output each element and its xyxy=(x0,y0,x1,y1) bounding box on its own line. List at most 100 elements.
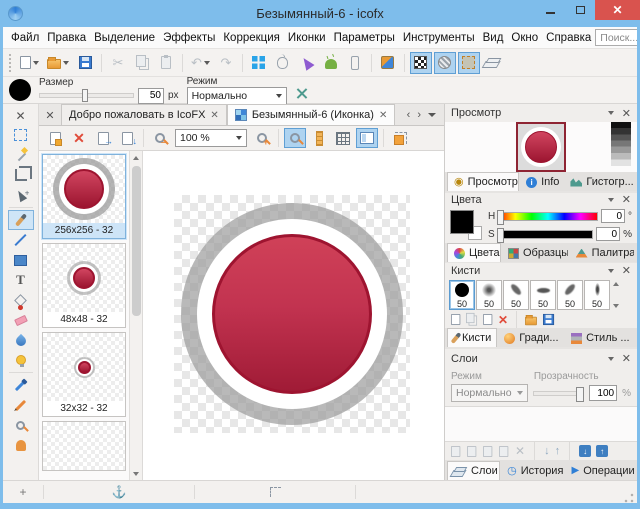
move-layer-up-button[interactable]: ↑ xyxy=(555,445,561,457)
icon-size-item[interactable] xyxy=(42,421,126,471)
tab-colors[interactable]: Цвета xyxy=(447,243,501,262)
close-panel-icon[interactable]: ✕ xyxy=(622,352,631,365)
collapse-panel-icon[interactable] xyxy=(608,269,614,273)
zoom-level-dropdown[interactable]: 100 % xyxy=(175,129,247,147)
size-slider-thumb[interactable] xyxy=(82,89,88,102)
new-brush-button[interactable] xyxy=(451,314,460,325)
size-slider[interactable] xyxy=(39,93,134,98)
close-icon[interactable]: ✕ xyxy=(210,110,218,121)
tab-preview[interactable]: ◉Просмотр xyxy=(447,172,519,191)
add-status-button[interactable]: + xyxy=(3,481,43,503)
hue-input[interactable] xyxy=(601,209,625,223)
copy-brush-button[interactable] xyxy=(466,313,475,323)
menu-help[interactable]: Справка xyxy=(542,30,595,46)
new-file-button[interactable] xyxy=(17,52,42,74)
saturation-slider[interactable] xyxy=(498,230,593,239)
import-image-button[interactable]: → xyxy=(92,128,114,148)
duplicate-layer-button[interactable] xyxy=(467,445,476,456)
text-tool[interactable]: iT xyxy=(8,270,34,290)
cut-button[interactable]: ✂ xyxy=(107,52,129,74)
editor-canvas[interactable] xyxy=(143,151,444,480)
layers-view-button[interactable] xyxy=(482,52,504,74)
new-image-button[interactable] xyxy=(44,128,66,148)
mask-toggle-button[interactable] xyxy=(434,52,456,74)
zoom-tool[interactable] xyxy=(8,415,34,435)
copy-button[interactable] xyxy=(131,52,153,74)
line-tool[interactable] xyxy=(8,230,34,250)
edit-brush-button[interactable] xyxy=(483,314,492,325)
saturation-input[interactable] xyxy=(596,227,620,241)
tab-brushes[interactable]: Кисти xyxy=(447,328,497,347)
pencil-tool[interactable] xyxy=(8,395,34,415)
blur-tool[interactable] xyxy=(8,330,34,350)
pages-panel-toggle-button[interactable] xyxy=(356,128,378,148)
menu-icons[interactable]: Иконки xyxy=(284,30,330,46)
menu-parameters[interactable]: Параметры xyxy=(330,30,399,46)
save-button[interactable] xyxy=(74,52,96,74)
close-panel-icon[interactable]: ✕ xyxy=(622,264,631,277)
export-image-button[interactable]: ↓ xyxy=(116,128,138,148)
tab-info[interactable]: iInfo xyxy=(519,172,563,191)
hand-tool[interactable] xyxy=(8,435,34,455)
icon-size-item[interactable]: 48x48 - 32 xyxy=(42,243,126,328)
load-brushes-button[interactable] xyxy=(525,317,537,326)
scroll-tabs-right-button[interactable]: › xyxy=(417,109,421,121)
opacity-input[interactable] xyxy=(589,385,617,401)
move-layer-down-button[interactable]: ↓ xyxy=(544,445,550,457)
foreground-color-swatch[interactable] xyxy=(450,210,474,234)
ruler-toggle-button[interactable] xyxy=(308,128,330,148)
cursor-resource-button[interactable] xyxy=(296,52,318,74)
menu-file[interactable]: Файл xyxy=(7,30,43,46)
zoom-in-button[interactable]: + xyxy=(251,128,273,148)
move-tool[interactable] xyxy=(8,185,34,205)
frame-toggle-button[interactable] xyxy=(458,52,480,74)
antialias-icon[interactable] xyxy=(295,87,309,99)
icon-size-item[interactable]: 256x256 - 32 xyxy=(42,154,126,239)
scroll-up-button[interactable] xyxy=(613,282,619,286)
scroll-down-button[interactable] xyxy=(130,467,142,480)
menu-tools[interactable]: Инструменты xyxy=(399,30,479,46)
brush-tool[interactable] xyxy=(8,210,34,230)
resize-canvas-button[interactable] xyxy=(389,128,411,148)
collapse-panel-icon[interactable] xyxy=(608,357,614,361)
redo-button[interactable]: ↷ xyxy=(215,52,237,74)
size-input[interactable] xyxy=(138,88,164,104)
tab-history[interactable]: ◷История xyxy=(500,461,564,480)
new-layer-button[interactable] xyxy=(451,445,460,456)
close-panel-icon[interactable]: ✕ xyxy=(622,193,631,206)
scroll-up-button[interactable] xyxy=(130,151,142,164)
sidebar-scrollbar[interactable] xyxy=(129,151,142,480)
close-tab-button[interactable]: ✕ xyxy=(43,105,57,125)
tab-gradient[interactable]: Гради... xyxy=(497,328,564,347)
brush-item[interactable]: 50 xyxy=(449,280,475,310)
tab-welcome[interactable]: Добро пожаловать в IcoFX ✕ xyxy=(61,104,227,125)
resize-grip[interactable] xyxy=(624,493,634,503)
brush-item[interactable]: 50 xyxy=(530,280,556,310)
brush-item[interactable]: 50 xyxy=(584,280,610,310)
collapse-panel-icon[interactable] xyxy=(608,198,614,202)
marquee-select-tool[interactable] xyxy=(8,125,34,145)
layer-mode-dropdown[interactable]: Нормально xyxy=(451,384,528,402)
brush-item[interactable]: 50 xyxy=(476,280,502,310)
tab-document[interactable]: Безымянный-6 (Иконка) ✕ xyxy=(227,104,396,125)
tab-histogram[interactable]: Гистогр... xyxy=(563,172,635,191)
open-file-button[interactable] xyxy=(44,52,72,74)
grid-toggle-button[interactable] xyxy=(332,128,354,148)
magnify-toggle-button[interactable] xyxy=(284,128,306,148)
crop-tool[interactable] xyxy=(8,165,34,185)
tab-list-button[interactable] xyxy=(428,113,436,117)
toolbar-grip[interactable] xyxy=(9,54,12,72)
eraser-tool[interactable] xyxy=(8,310,34,330)
menu-edit[interactable]: Правка xyxy=(43,30,90,46)
save-brushes-button[interactable] xyxy=(543,314,554,325)
tab-swatches[interactable]: Образцы xyxy=(501,243,569,262)
lighten-tool[interactable] xyxy=(8,350,34,370)
collapse-panel-icon[interactable] xyxy=(608,111,614,115)
tab-style[interactable]: Стиль ... xyxy=(564,328,635,347)
scroll-down-button[interactable] xyxy=(613,304,619,308)
menu-view[interactable]: Вид xyxy=(479,30,508,46)
hue-slider[interactable] xyxy=(498,212,598,221)
brush-item[interactable]: 50 xyxy=(503,280,529,310)
merge-down-button[interactable]: ↓ xyxy=(579,445,591,457)
transparency-toggle-button[interactable] xyxy=(410,52,432,74)
